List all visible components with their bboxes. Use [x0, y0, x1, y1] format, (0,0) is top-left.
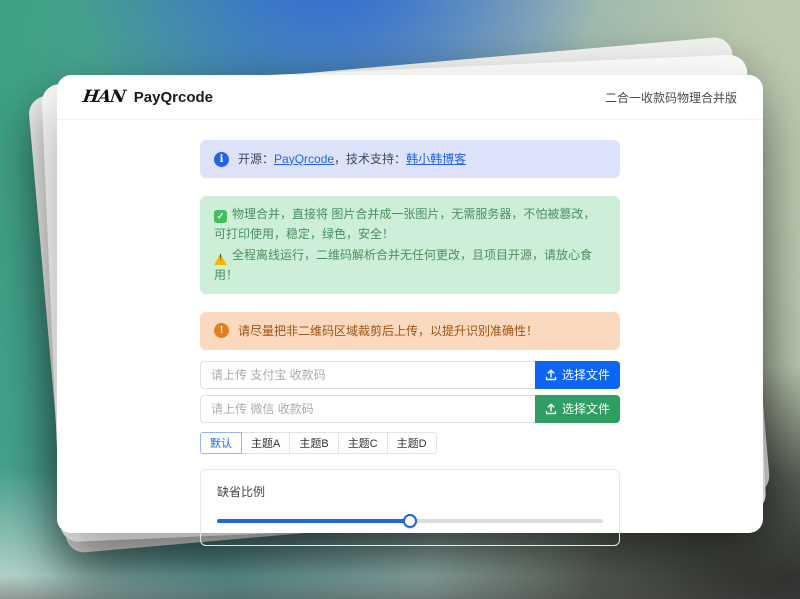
info-banner-text: 开源：PayQrcode，技术支持：韩小韩博客	[238, 149, 466, 169]
wechat-choose-file-button[interactable]: 选择文件	[535, 395, 620, 423]
ratio-slider-card: 缺省比例	[200, 469, 620, 546]
info-icon: i	[214, 152, 229, 167]
warning-icon: !	[214, 253, 227, 265]
han-logo: HAN	[82, 87, 127, 107]
alipay-qrcode-input[interactable]	[200, 361, 535, 389]
success-line-2: !全程离线运行，二维码解析合并无任何更改，且项目开源，请放心食用！	[214, 245, 606, 286]
info-middle: ，技术支持：	[334, 152, 406, 166]
slider-fill	[217, 519, 410, 523]
card-header: HAN PayQrcode 二合一收款码物理合并版	[57, 75, 763, 120]
main-content: i 开源：PayQrcode，技术支持：韩小韩博客 ✓物理合并，直接将 图片合并…	[200, 140, 620, 546]
slider-thumb[interactable]	[403, 514, 417, 528]
upload-icon	[545, 403, 557, 415]
slider-label: 缺省比例	[217, 483, 603, 500]
ratio-slider[interactable]	[217, 514, 603, 528]
theme-button-d[interactable]: 主题D	[387, 432, 437, 454]
success-line-1: ✓物理合并，直接将 图片合并成一张图片，无需服务器，不怕被篡改，可打印使用，稳定…	[214, 204, 606, 245]
success-line-2-text: 全程离线运行，二维码解析合并无任何更改，且项目开源，请放心食用！	[214, 248, 592, 283]
wechat-qrcode-input[interactable]	[200, 395, 535, 423]
warning-banner-text: 请尽量把非二维码区域裁剪后上传，以提升识别准确性！	[238, 321, 538, 341]
warning-banner: ! 请尽量把非二维码区域裁剪后上传，以提升识别准确性！	[200, 312, 620, 350]
alipay-upload-row: 选择文件	[200, 361, 620, 389]
check-icon: ✓	[214, 210, 227, 223]
success-banner: ✓物理合并，直接将 图片合并成一张图片，无需服务器，不怕被篡改，可打印使用，稳定…	[200, 196, 620, 294]
brand: HAN PayQrcode	[83, 87, 213, 107]
theme-button-b[interactable]: 主题B	[289, 432, 338, 454]
theme-selector: 默认 主题A 主题B 主题C 主题D	[200, 432, 620, 454]
info-banner: i 开源：PayQrcode，技术支持：韩小韩博客	[200, 140, 620, 178]
success-line-1-text: 物理合并，直接将 图片合并成一张图片，无需服务器，不怕被篡改，可打印使用，稳定，…	[214, 207, 595, 241]
alipay-choose-file-button[interactable]: 选择文件	[535, 361, 620, 389]
edition-subtitle: 二合一收款码物理合并版	[605, 89, 737, 106]
alert-icon: !	[214, 323, 229, 338]
hanxiaohan-blog-link[interactable]: 韩小韩博客	[406, 152, 466, 166]
payqrcode-link[interactable]: PayQrcode	[274, 152, 334, 166]
upload-icon	[545, 369, 557, 381]
wechat-upload-row: 选择文件	[200, 395, 620, 423]
app-title: PayQrcode	[134, 89, 213, 106]
theme-button-a[interactable]: 主题A	[241, 432, 290, 454]
info-prefix: 开源：	[238, 152, 274, 166]
theme-button-default[interactable]: 默认	[200, 432, 242, 454]
choose-file-label: 选择文件	[562, 400, 610, 417]
theme-button-c[interactable]: 主题C	[338, 432, 388, 454]
desktop-background: HAN PayQrcode 二合一收款码物理合并版 i 开源：PayQrcode…	[0, 0, 800, 599]
payqrcode-window: HAN PayQrcode 二合一收款码物理合并版 i 开源：PayQrcode…	[57, 75, 763, 533]
choose-file-label: 选择文件	[562, 366, 610, 383]
